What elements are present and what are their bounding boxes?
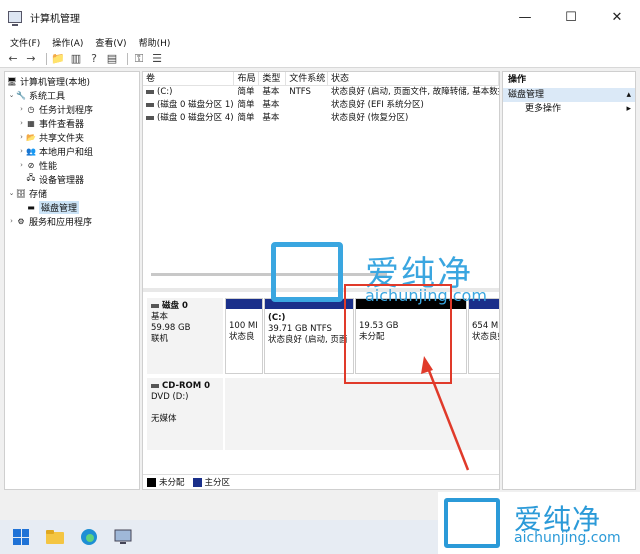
disk-icon [151, 303, 159, 308]
watermark-logo-icon [271, 242, 343, 302]
column-status[interactable]: 状态 [328, 72, 499, 85]
list-icon[interactable]: ☰ [150, 52, 164, 66]
partition-efi[interactable]: 100 MI 状态良 [225, 298, 263, 374]
menu-file[interactable]: 文件(F) [10, 36, 40, 49]
event-viewer-icon: ▦ [27, 118, 35, 128]
chevron-right-icon[interactable]: › [17, 161, 26, 169]
show-hide-tree-icon[interactable]: ▥ [69, 52, 83, 66]
start-button[interactable] [10, 526, 32, 548]
back-icon[interactable]: ← [6, 52, 20, 66]
users-icon: 👥 [26, 146, 36, 156]
tree-item-disk-management[interactable]: ▬ 磁盘管理 [5, 200, 139, 214]
performance-icon: ⊘ [27, 160, 35, 170]
disk-management-pane: 卷 布局 类型 文件系统 状态 (C:) 简单 基本 NTFS 状态良好 (启动… [142, 71, 500, 490]
more-actions[interactable]: 更多操作 ▸ [503, 102, 635, 116]
shared-folder-icon: 📂 [26, 132, 36, 142]
column-type[interactable]: 类型 [259, 72, 287, 85]
watermark-logo-icon [444, 498, 500, 548]
help-icon[interactable]: ? [87, 52, 101, 66]
tree-item-storage[interactable]: ⌄ 🗄 存储 [5, 186, 139, 200]
column-layout[interactable]: 布局 [234, 72, 260, 85]
tree-item-system-tools[interactable]: ⌄ 🔧 系统工具 [5, 88, 139, 102]
computer-management-taskbar-icon[interactable] [112, 526, 134, 548]
chevron-down-icon[interactable]: ⌄ [7, 189, 16, 197]
tree-item-services[interactable]: › ⚙ 服务和应用程序 [5, 214, 139, 228]
services-icon: ⚙ [17, 216, 25, 226]
menu-bar: 文件(F) 操作(A) 查看(V) 帮助(H) [0, 34, 640, 50]
volume-row[interactable]: (磁盘 0 磁盘分区 1) 简单 基本 状态良好 (EFI 系统分区) [143, 99, 499, 112]
tree-item-performance[interactable]: › ⊘ 性能 [5, 158, 139, 172]
window-title: 计算机管理 [30, 13, 80, 25]
volume-icon [146, 115, 154, 120]
storage-icon: 🗄 [15, 188, 27, 198]
cdrom-icon [151, 383, 159, 388]
menu-help[interactable]: 帮助(H) [139, 36, 171, 49]
disk-0-label[interactable]: 磁盘 0 基本 59.98 GB 联机 [147, 298, 223, 374]
device-manager-icon: 🖧 [26, 173, 36, 182]
tree-item-root[interactable]: 🖥 计算机管理(本地) [5, 74, 139, 88]
toolbar-separator [46, 52, 47, 65]
legend: 未分配 主分区 [143, 474, 499, 489]
chevron-down-icon[interactable]: ⌄ [7, 91, 16, 99]
chevron-right-icon[interactable]: › [7, 217, 16, 225]
forward-icon[interactable]: → [24, 52, 38, 66]
folder-up-icon[interactable]: 📁 [51, 52, 65, 66]
menu-action[interactable]: 操作(A) [52, 36, 83, 49]
chevron-right-icon[interactable]: › [17, 105, 26, 113]
computer-icon: 🖥 [6, 76, 18, 86]
computer-management-icon [8, 11, 22, 26]
caret-right-icon: ▸ [626, 104, 631, 114]
tree-item-local-users[interactable]: › 👥 本地用户和组 [5, 144, 139, 158]
title-bar: 计算机管理 — ☐ ✕ [0, 0, 640, 34]
corner-watermark: 爱纯净 aichunjing.com [438, 492, 640, 554]
volume-icon [146, 89, 154, 94]
volume-row[interactable]: (磁盘 0 磁盘分区 4) 简单 基本 状态良好 (恢复分区) [143, 112, 499, 125]
disk-icon: ▬ [27, 202, 35, 212]
column-filesystem[interactable]: 文件系统 [286, 72, 328, 85]
volume-list-header: 卷 布局 类型 文件系统 状态 [143, 72, 499, 86]
primary-swatch [192, 477, 202, 487]
column-volume[interactable]: 卷 [143, 72, 235, 85]
chevron-right-icon[interactable]: › [17, 119, 26, 127]
navigation-tree: 🖥 计算机管理(本地) ⌄ 🔧 系统工具 › ◷ 任务计划程序 › ▦ 事件查看… [4, 71, 140, 490]
tree-item-device-manager[interactable]: 🖧 设备管理器 [5, 172, 139, 186]
toolbar-separator [127, 52, 128, 65]
clock-icon: ◷ [27, 104, 35, 114]
chevron-right-icon[interactable]: › [17, 133, 26, 141]
actions-header: 操作 [508, 75, 527, 85]
tree-item-shared-folders[interactable]: › 📂 共享文件夹 [5, 130, 139, 144]
edge-browser-icon[interactable] [78, 526, 100, 548]
highlight-annotation [344, 284, 452, 384]
action-group-disk-management[interactable]: 磁盘管理 ▴ [503, 88, 635, 102]
maximize-button[interactable]: ☐ [548, 0, 594, 34]
cdrom-area[interactable] [225, 378, 499, 450]
tools-icon: 🔧 [16, 90, 26, 100]
properties-icon[interactable]: ▤ [105, 52, 119, 66]
caret-up-icon: ▴ [626, 90, 631, 100]
unallocated-swatch [147, 477, 156, 487]
minimize-button[interactable]: — [502, 0, 548, 34]
toolbar: ← → 📁 ▥ ? ▤ ⚿ ☰ [0, 50, 640, 68]
key-icon[interactable]: ⚿ [132, 52, 146, 66]
actions-pane: 操作 磁盘管理 ▴ 更多操作 ▸ [502, 71, 636, 490]
windows-icon [13, 529, 29, 545]
file-explorer-icon[interactable] [44, 526, 66, 548]
close-button[interactable]: ✕ [594, 0, 640, 34]
cdrom-label[interactable]: CD-ROM 0 DVD (D:) 无媒体 [147, 378, 223, 450]
menu-view[interactable]: 查看(V) [95, 36, 126, 49]
chevron-right-icon[interactable]: › [17, 147, 26, 155]
volume-icon [146, 102, 154, 107]
tree-item-task-scheduler[interactable]: › ◷ 任务计划程序 [5, 102, 139, 116]
tree-item-event-viewer[interactable]: › ▦ 事件查看器 [5, 116, 139, 130]
volume-row[interactable]: (C:) 简单 基本 NTFS 状态良好 (启动, 页面文件, 故障转储, 基本… [143, 86, 499, 99]
